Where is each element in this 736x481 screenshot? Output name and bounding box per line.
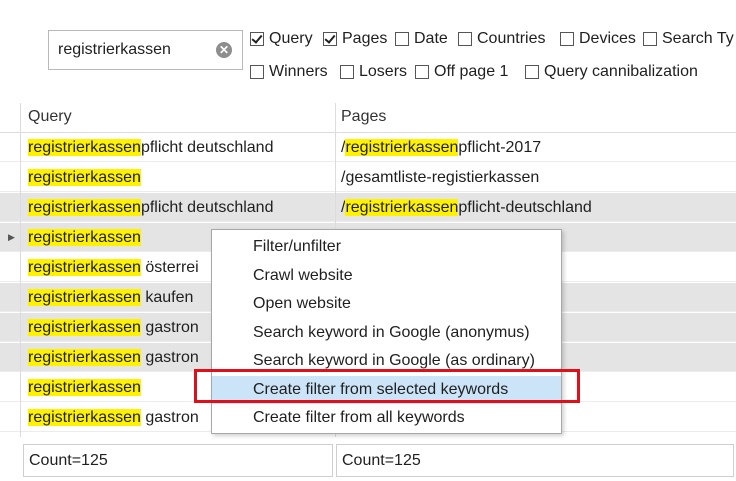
context-menu-item[interactable]: Open website — [212, 290, 561, 318]
query-rest: gastron — [140, 319, 199, 336]
column-header-query[interactable]: Query — [28, 103, 72, 131]
page-cell[interactable]: /gesamtliste-registierkassen — [341, 163, 539, 192]
row-separator — [0, 191, 736, 192]
row-separator — [0, 161, 736, 162]
checkbox-countries[interactable] — [458, 32, 472, 46]
page-rest: pflicht-deutschland — [458, 199, 592, 216]
option-pages[interactable]: Pages — [323, 30, 387, 48]
option-countries-label: Countries — [477, 30, 546, 47]
query-rest: gastron — [140, 409, 199, 426]
checkbox-query-cannibalization[interactable] — [525, 65, 539, 79]
keyword-highlight: registrierkassen — [28, 169, 141, 186]
footer-bar: Count=125 Count=125 — [0, 440, 736, 481]
option-query-label: Query — [269, 30, 313, 47]
option-countries[interactable]: Countries — [458, 30, 545, 48]
context-menu-item[interactable]: Crawl website — [212, 262, 561, 290]
query-rest: österrei — [140, 259, 199, 276]
option-losers[interactable]: Losers — [340, 63, 407, 81]
checkbox-query[interactable] — [250, 32, 264, 46]
keyword-highlight: registrierkassen — [28, 289, 141, 306]
option-off-page-1[interactable]: Off page 1 — [415, 63, 508, 81]
option-devices[interactable]: Devices — [560, 30, 636, 48]
query-cell[interactable]: registrierkassenpflicht deutschland — [28, 133, 273, 162]
option-query-cannibalization-label: Query cannibalization — [544, 63, 698, 80]
option-winners-label: Winners — [269, 63, 328, 80]
search-input-value[interactable]: registrierkassen — [58, 41, 171, 59]
option-query[interactable]: Query — [250, 30, 313, 48]
context-menu-item-label: Search keyword in Google (anonymus) — [253, 323, 530, 341]
current-row-marker-icon: ▶ — [8, 232, 15, 242]
query-cell[interactable]: registrierkassen kaufen — [28, 283, 193, 312]
option-search-type[interactable]: Search Ty — [643, 30, 734, 48]
option-query-cannibalization[interactable]: Query cannibalization — [525, 63, 698, 81]
context-menu: Filter/unfilter Crawl website Open website… — [211, 229, 562, 434]
table-row[interactable]: registrierkassen/gesamtliste-registierka… — [0, 163, 736, 192]
checkbox-losers[interactable] — [340, 65, 354, 79]
page-rest: pflicht-2017 — [458, 139, 542, 156]
query-cell[interactable]: registrierkassen — [28, 163, 141, 192]
option-devices-label: Devices — [579, 30, 636, 47]
table-row[interactable]: registrierkassenpflicht deutschland/regi… — [0, 193, 736, 222]
query-cell[interactable]: registrierkassen — [28, 433, 141, 437]
query-rest: pflicht deutschland — [140, 199, 274, 216]
context-menu-item[interactable]: Search keyword in Google (anonymus) — [212, 319, 561, 347]
keyword-highlight: registrierkassen — [28, 349, 141, 366]
checkbox-winners[interactable] — [250, 65, 264, 79]
context-menu-item[interactable]: Search keyword in Google (as ordinary) — [212, 347, 561, 375]
search-input[interactable]: registrierkassen ✕ — [48, 30, 243, 70]
context-menu-item-label: Crawl website — [253, 266, 353, 284]
page-cell[interactable]: /registrierkassenpflicht-deutschland — [341, 193, 592, 222]
query-cell[interactable]: registrierkassen gastron — [28, 403, 199, 432]
column-header-pages[interactable]: Pages — [341, 103, 386, 131]
context-menu-item[interactable]: Create filter from selected keywords — [212, 375, 561, 404]
clear-search-icon[interactable]: ✕ — [216, 42, 232, 58]
context-menu-item-label: Create filter from selected keywords — [253, 380, 509, 398]
context-menu-item-label: Open website — [253, 295, 351, 312]
query-rest: gastron — [140, 349, 199, 366]
option-winners[interactable]: Winners — [250, 63, 328, 81]
pages-count: Count=125 — [336, 444, 734, 477]
query-cell[interactable]: registrierkassen gastron — [28, 343, 199, 372]
context-menu-item[interactable]: Create filter from all keywords — [212, 404, 561, 432]
keyword-highlight: registrierkassen — [28, 409, 141, 426]
query-cell[interactable]: registrierkassenpflicht deutschland — [28, 193, 273, 222]
table-row[interactable]: registrierkassenpflicht deutschland/regi… — [0, 133, 736, 162]
context-menu-item-label: Filter/unfilter — [253, 238, 342, 255]
option-off-page-1-label: Off page 1 — [434, 63, 509, 80]
option-losers-label: Losers — [359, 63, 408, 80]
context-menu-item-label: Search keyword in Google (as ordinary) — [253, 352, 535, 369]
checkbox-pages[interactable] — [323, 32, 337, 46]
keyword-highlight: registrierkassen — [28, 379, 141, 396]
option-search-type-label: Search Ty — [662, 30, 734, 47]
checkbox-off-page-1[interactable] — [415, 65, 429, 79]
page-cell[interactable]: /registrierkassenpflicht-2017 — [341, 133, 541, 162]
query-count: Count=125 — [23, 444, 333, 477]
row-header-divider — [20, 103, 21, 437]
query-rest: kaufen — [140, 289, 194, 306]
query-cell[interactable]: registrierkassen — [28, 373, 141, 402]
keyword-highlight: registrierkassen — [28, 139, 141, 156]
keyword-highlight: registrierkassen — [28, 199, 141, 216]
keyword-highlight: registrierkassen — [28, 259, 141, 276]
option-date[interactable]: Date — [395, 30, 448, 48]
context-menu-item[interactable]: Filter/unfilter — [212, 233, 561, 261]
context-menu-item-label: Create filter from all keywords — [253, 409, 465, 426]
row-separator — [0, 221, 736, 222]
keyword-highlight: registrierkassen — [345, 139, 459, 156]
query-cell[interactable]: registrierkassen gastron — [28, 313, 199, 342]
query-rest: pflicht deutschland — [140, 139, 274, 156]
query-cell[interactable]: registrierkassen österrei — [28, 253, 199, 282]
page-prefix: /gesamtliste-registierkassen — [341, 169, 540, 186]
option-pages-label: Pages — [342, 30, 388, 47]
keyword-highlight: registrierkassen — [28, 229, 141, 246]
keyword-highlight: registrierkassen — [345, 199, 459, 216]
checkbox-devices[interactable] — [560, 32, 574, 46]
filter-toolbar: registrierkassen ✕ Query Pages Date Coun… — [0, 0, 736, 100]
checkbox-search-type[interactable] — [643, 32, 657, 46]
keyword-highlight: registrierkassen — [28, 319, 141, 336]
option-date-label: Date — [414, 30, 448, 47]
query-cell[interactable]: registrierkassen — [28, 223, 141, 252]
checkbox-date[interactable] — [395, 32, 409, 46]
